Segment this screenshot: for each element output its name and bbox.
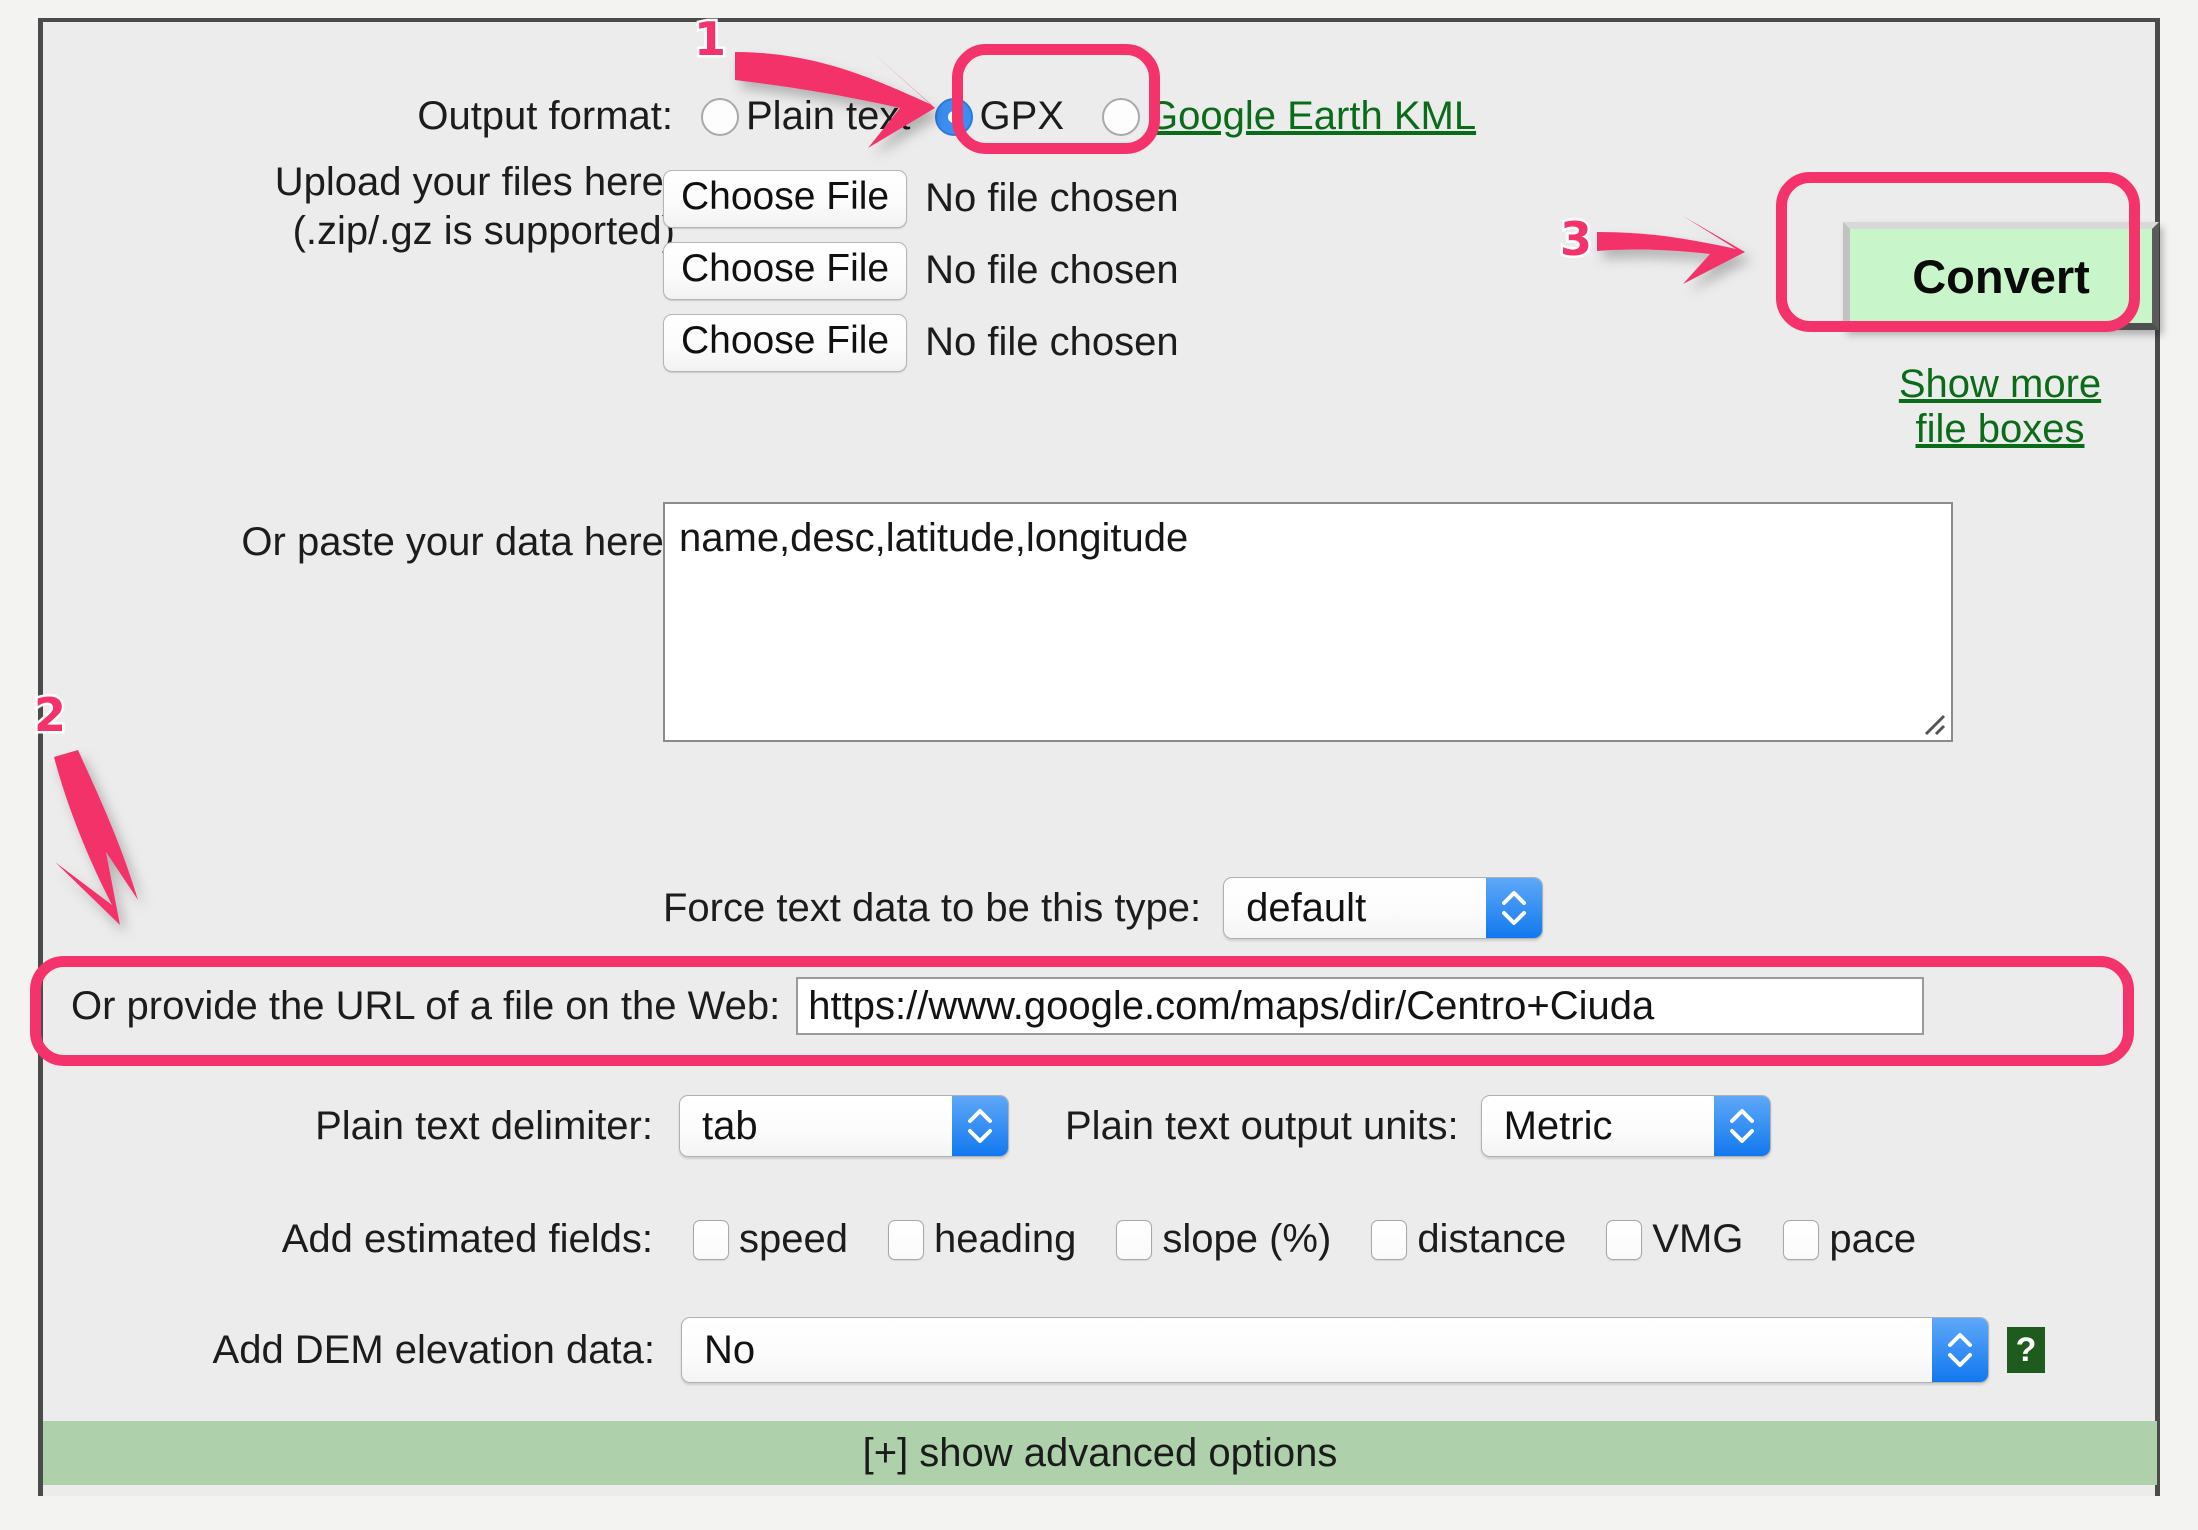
units-stepper-icon[interactable] [1713,1096,1770,1156]
choose-file-button-3[interactable]: Choose File [663,314,908,372]
dem-label: Add DEM elevation data: [212,1327,655,1372]
checkbox-label-heading: heading [933,1217,1077,1261]
checkbox-group-distance[interactable]: distance [1371,1217,1566,1262]
show-more-line1[interactable]: Show more [1855,362,2145,407]
annotation-highlight-url [30,956,2134,1066]
estimated-fields-row: Add estimated fields: speed heading slop… [113,1217,1916,1262]
checkbox-vmg[interactable] [1606,1219,1643,1260]
file-input-row-2: Choose File No file chosen [663,242,1179,300]
paste-data-value: name,desc,latitude,longitude [679,516,1189,560]
force-type-select[interactable]: default [1223,877,1544,939]
output-format-label: Output format: [417,94,673,138]
checkbox-group-slope[interactable]: slope (%) [1116,1217,1331,1262]
checkbox-group-speed[interactable]: speed [693,1217,848,1262]
units-value: Metric [1503,1103,1613,1148]
force-type-value: default [1246,885,1367,930]
checkbox-speed[interactable] [693,1219,729,1260]
checkbox-label-slope: slope (%) [1162,1217,1332,1261]
choose-file-button-1[interactable]: Choose File [663,170,908,228]
annotation-highlight-gpx [952,44,1160,154]
checkbox-distance[interactable] [1371,1219,1408,1260]
force-type-row: Force text data to be this type: default [663,877,1544,939]
checkbox-heading[interactable] [887,1219,924,1260]
annotation-number-1: 1 [691,10,728,69]
file-input-row-1: Choose File No file chosen [663,170,1179,228]
checkbox-group-vmg[interactable]: VMG [1606,1217,1743,1262]
upload-label-block: Upload your files here: (.zip/.gz is sup… [85,160,675,254]
checkbox-group-pace[interactable]: pace [1783,1217,1916,1262]
annotation-number-2: 2 [31,686,68,745]
file-status-3: No file chosen [925,320,1179,365]
checkbox-label-vmg: VMG [1652,1217,1744,1261]
upload-label-line1: Upload your files here: [274,160,675,204]
estimated-fields-label: Add estimated fields: [281,1217,653,1261]
radio-label-google-earth-kml[interactable]: Google Earth KML [1147,94,1476,139]
paste-data-textarea-wrap: name,desc,latitude,longitude [663,502,1953,742]
help-icon[interactable]: ? [2007,1327,2045,1373]
checkbox-label-pace: pace [1829,1217,1917,1261]
dem-stepper-icon[interactable] [1932,1318,1988,1382]
force-type-stepper-icon[interactable] [1486,878,1543,938]
units-label: Plain text output units: [1065,1103,1459,1148]
resize-handle-icon[interactable] [1918,708,1946,736]
annotation-number-3: 3 [1557,210,1594,269]
paste-data-label: Or paste your data here: [241,520,675,564]
checkbox-pace[interactable] [1783,1219,1820,1260]
checkbox-group-heading[interactable]: heading [887,1217,1077,1262]
force-type-label: Force text data to be this type: [663,885,1202,930]
checkbox-slope[interactable] [1116,1219,1153,1260]
delimiter-row: Plain text delimiter: tab Plain text out… [133,1095,1771,1157]
annotation-highlight-convert [1776,172,2140,332]
choose-file-button-2[interactable]: Choose File [663,242,908,300]
radio-plain-text[interactable] [701,97,739,136]
dem-select[interactable]: No [681,1317,1989,1383]
checkbox-label-speed: speed [739,1217,848,1261]
radio-label-plain-text: Plain text [746,94,911,138]
file-input-row-3: Choose File No file chosen [663,314,1179,372]
page-background: Output format: Plain text GPX Google Ear… [0,0,2198,1530]
file-status-2: No file chosen [925,248,1179,293]
file-status-1: No file chosen [925,176,1179,221]
delimiter-value: tab [702,1103,758,1148]
show-more-line2[interactable]: file boxes [1855,407,2145,452]
dem-value: No [704,1327,756,1372]
radio-option-plain-text[interactable]: Plain text [701,94,911,139]
units-select[interactable]: Metric [1480,1095,1771,1157]
delimiter-stepper-icon[interactable] [952,1096,1008,1156]
upload-label-line2: (.zip/.gz is supported) [292,209,675,253]
show-advanced-options-bar[interactable]: [+] show advanced options [43,1421,2157,1485]
show-more-file-boxes-link[interactable]: Show more file boxes [1855,362,2145,452]
delimiter-label: Plain text delimiter: [315,1103,653,1148]
checkbox-label-distance: distance [1417,1217,1567,1261]
dem-elevation-row: Add DEM elevation data: No ? [65,1317,2045,1383]
paste-data-textarea[interactable]: name,desc,latitude,longitude [663,502,1953,742]
delimiter-select[interactable]: tab [679,1095,1009,1157]
